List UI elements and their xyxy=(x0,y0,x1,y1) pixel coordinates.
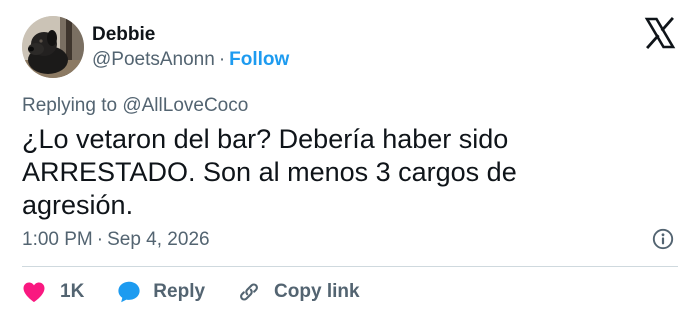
tweet-card: Debbie @PoetsAnonn · Follow Replying to @A… xyxy=(0,0,700,318)
tweet-time[interactable]: 1:00 PM xyxy=(22,229,93,250)
handle-separator: · xyxy=(218,49,226,70)
x-logo-icon[interactable] xyxy=(644,17,676,49)
reply-button[interactable]: Reply xyxy=(117,280,205,304)
avatar[interactable] xyxy=(22,16,84,78)
author-handle-row: @PoetsAnonn · Follow xyxy=(92,48,289,72)
info-icon[interactable] xyxy=(652,228,674,250)
tweet-meta: 1:00 PM · Sep 4, 2026 xyxy=(22,228,210,252)
author-name[interactable]: Debbie xyxy=(92,23,155,47)
like-button[interactable]: 1K xyxy=(22,281,84,303)
speech-bubble-icon xyxy=(118,281,140,303)
dog-avatar-image xyxy=(22,16,84,78)
tweet-actions: 1K Reply Copy link xyxy=(22,279,360,305)
like-count: 1K xyxy=(60,281,85,302)
link-icon xyxy=(240,283,258,301)
reply-label: Reply xyxy=(153,281,206,302)
replying-to: Replying to @AllLoveCoco xyxy=(22,94,248,118)
copy-link-button[interactable]: Copy link xyxy=(236,279,360,305)
follow-button[interactable]: Follow xyxy=(229,49,289,70)
actions-divider xyxy=(22,266,678,267)
replying-to-prefix: Replying to xyxy=(22,95,118,116)
copy-link-label: Copy link xyxy=(274,281,360,302)
replying-to-mention[interactable]: @AllLoveCoco xyxy=(122,95,248,116)
author-handle[interactable]: @PoetsAnonn xyxy=(92,49,215,70)
meta-separator: · xyxy=(96,229,104,250)
tweet-text: ¿Lo vetaron del bar? Debería haber sido … xyxy=(22,124,517,220)
heart-icon xyxy=(23,282,45,302)
tweet-date[interactable]: Sep 4, 2026 xyxy=(107,229,209,250)
